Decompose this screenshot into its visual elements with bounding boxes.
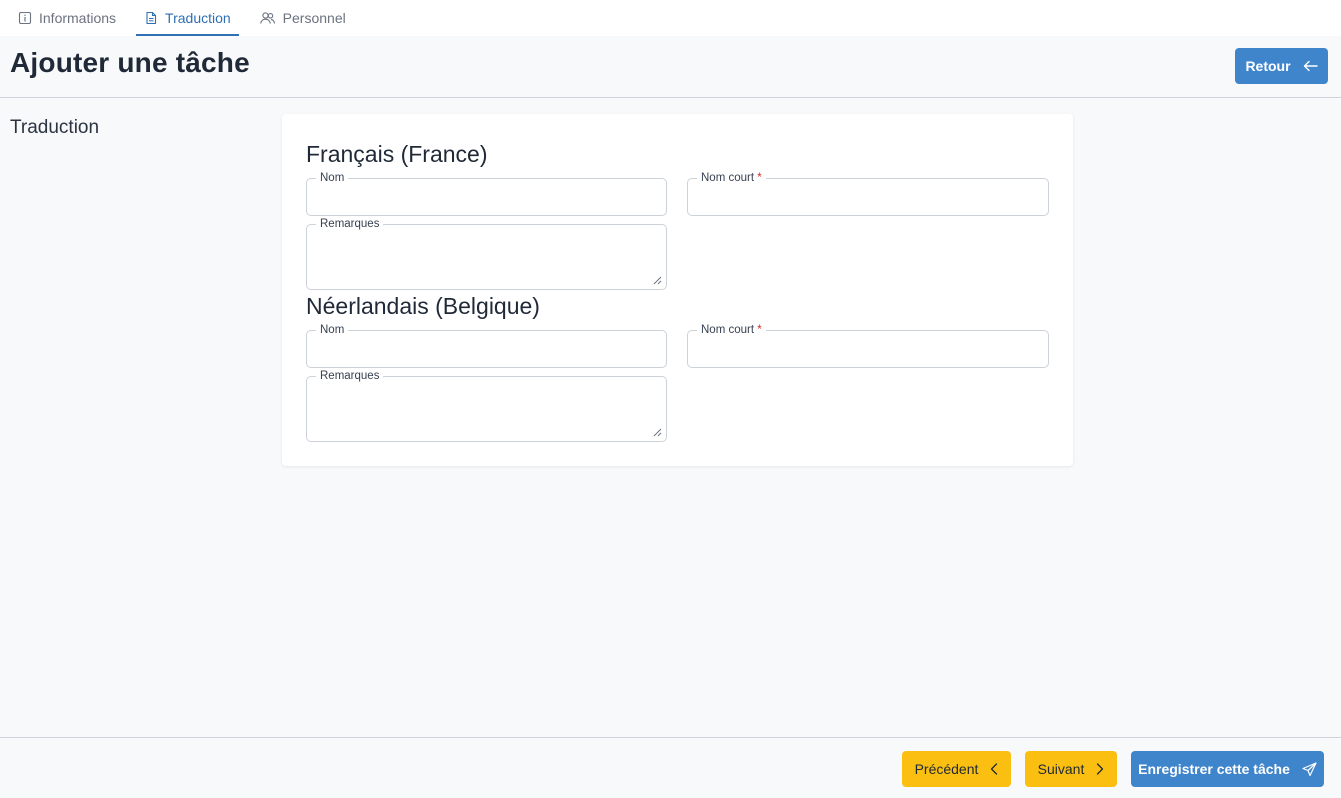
remarks-field-nl[interactable]: Remarques — [306, 369, 667, 442]
save-task-button-label: Enregistrer cette tâche — [1138, 761, 1290, 777]
short-name-label-fr: Nom court * — [697, 171, 766, 185]
tab-informations[interactable]: Informations — [10, 2, 124, 36]
previous-button-label: Précédent — [914, 761, 979, 777]
save-task-button[interactable]: Enregistrer cette tâche — [1131, 751, 1324, 787]
remarks-label-nl: Remarques — [316, 369, 384, 383]
section-label: Traduction — [10, 117, 100, 138]
tab-informations-label: Informations — [39, 10, 117, 26]
short-name-label-text-fr: Nom court — [701, 172, 755, 184]
users-icon — [259, 12, 275, 24]
resize-handle-icon[interactable] — [653, 428, 662, 437]
required-marker: * — [757, 324, 762, 336]
back-button-label: Retour — [1245, 58, 1291, 74]
chevron-left-icon — [991, 763, 998, 775]
language-title-nl: Néerlandais (Belgique) — [306, 293, 540, 319]
tab-personnel-label: Personnel — [282, 10, 346, 26]
tab-traduction[interactable]: Traduction — [136, 2, 239, 36]
remarks-field-fr[interactable]: Remarques — [306, 217, 667, 290]
tab-traduction-label: Traduction — [165, 10, 231, 26]
info-icon — [18, 11, 32, 25]
translation-card: Français (France) Nom Nom court * Remarq… — [282, 114, 1073, 466]
arrow-left-icon — [1303, 60, 1318, 72]
footer-bar: Précédent Suivant Enregistrer cette tâch… — [0, 737, 1341, 798]
tab-personnel[interactable]: Personnel — [251, 2, 354, 36]
short-name-label-nl: Nom court * — [697, 323, 766, 337]
page-header: Ajouter une tâche Retour — [0, 36, 1341, 98]
required-marker: * — [757, 172, 762, 184]
short-name-field-fr[interactable]: Nom court * — [687, 171, 1049, 216]
document-icon — [146, 11, 157, 25]
name-label-nl: Nom — [316, 323, 349, 337]
resize-handle-icon[interactable] — [653, 276, 662, 285]
tab-bar: Informations Traduction Personnel — [0, 0, 1341, 36]
language-title-fr: Français (France) — [306, 141, 488, 167]
name-field-nl[interactable]: Nom — [306, 323, 667, 368]
remarks-label-fr: Remarques — [316, 217, 384, 231]
previous-button[interactable]: Précédent — [902, 751, 1011, 787]
page-title: Ajouter une tâche — [10, 47, 250, 78]
next-button[interactable]: Suivant — [1025, 751, 1117, 787]
name-field-fr[interactable]: Nom — [306, 171, 667, 216]
short-name-field-nl[interactable]: Nom court * — [687, 323, 1049, 368]
next-button-label: Suivant — [1037, 761, 1085, 777]
send-icon — [1302, 761, 1317, 776]
short-name-label-text-nl: Nom court — [701, 324, 755, 336]
name-label-fr: Nom — [316, 171, 349, 185]
back-button[interactable]: Retour — [1235, 48, 1328, 84]
chevron-right-icon — [1097, 763, 1104, 775]
